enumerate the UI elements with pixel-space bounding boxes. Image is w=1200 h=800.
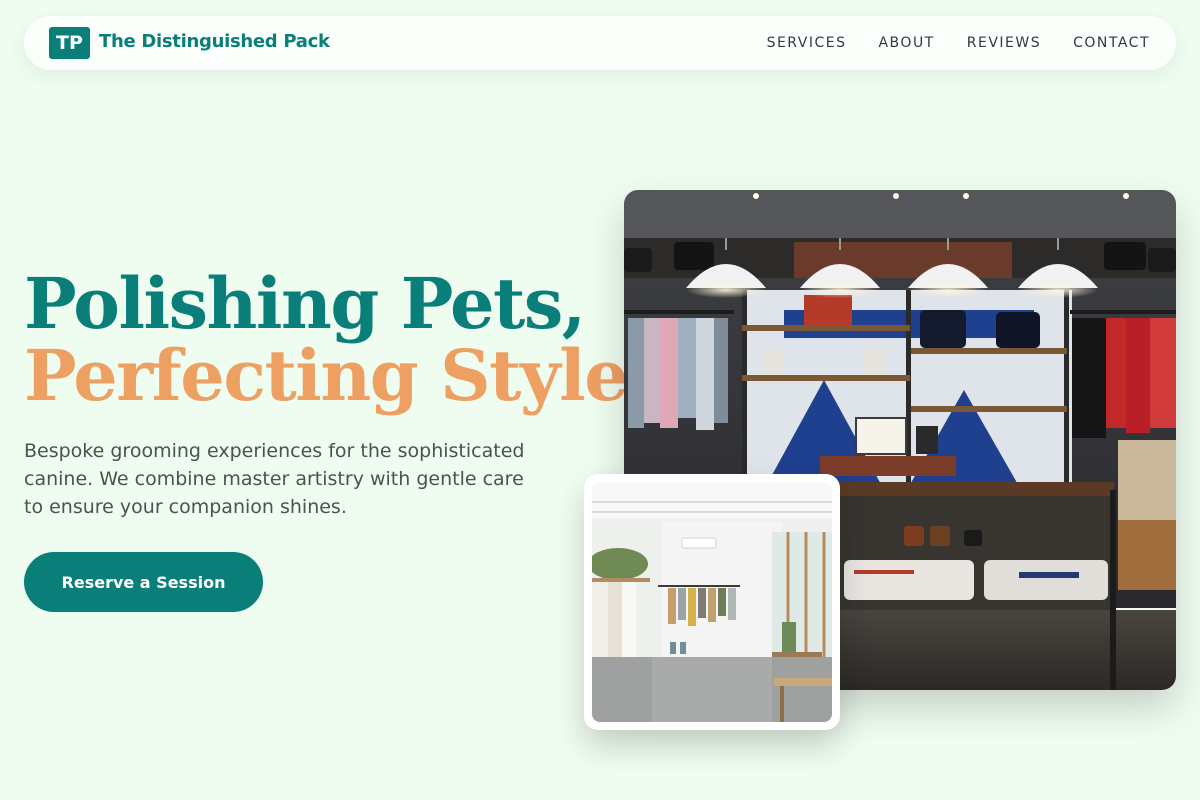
top-navbar: TP The Distinguished Pack SERVICES ABOUT… — [24, 16, 1176, 70]
nav-link-services[interactable]: SERVICES — [767, 35, 847, 51]
hero-description: Bespoke grooming experiences for the sop… — [24, 440, 525, 518]
logo-mark[interactable]: TP — [49, 27, 90, 59]
nav-link-contact[interactable]: CONTACT — [1073, 35, 1150, 51]
hero-title-line-1: Polishing Pets, — [24, 262, 586, 345]
hero-title: Polishing Pets, Perfecting Style. — [24, 262, 652, 417]
nav-link-reviews[interactable]: REVIEWS — [967, 35, 1041, 51]
secondary-photo-frame — [584, 474, 840, 730]
nav-links: SERVICES ABOUT REVIEWS CONTACT — [767, 35, 1150, 51]
nav-link-about[interactable]: ABOUT — [878, 35, 934, 51]
brand-name[interactable]: The Distinguished Pack — [99, 31, 330, 52]
reserve-session-button[interactable]: Reserve a Session — [24, 552, 263, 612]
hero-title-line-2: Perfecting Style. — [24, 334, 652, 417]
boutique-image — [592, 482, 832, 722]
